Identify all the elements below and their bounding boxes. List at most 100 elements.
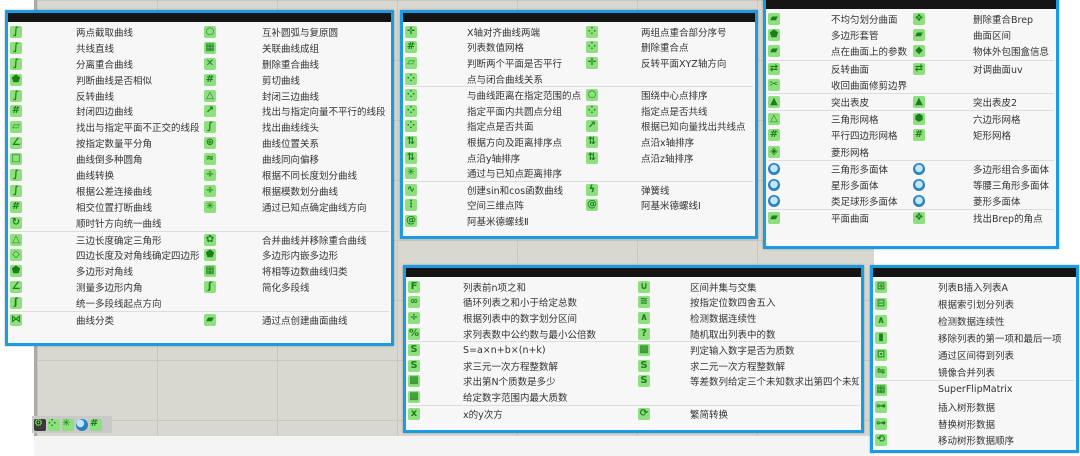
curve-icon[interactable]: ∫	[10, 41, 22, 54]
sum-icon[interactable]: S	[408, 344, 420, 357]
menu-item-label[interactable]: 删除重合曲线	[262, 57, 389, 71]
menu-item-label[interactable]: 共线直线	[76, 41, 204, 55]
menu-item-label[interactable]: 多边形对角线	[76, 264, 204, 278]
grid-icon[interactable]: #	[913, 129, 925, 142]
menu-item-label[interactable]: X轴对齐曲线两端	[467, 25, 586, 39]
menu-item-label[interactable]: 指定点是否共线	[641, 104, 753, 118]
sphere-icon[interactable]: ●	[913, 178, 925, 191]
menu-item-label[interactable]: 按指定数量平分角	[76, 136, 204, 150]
flip-icon[interactable]: ⇄	[768, 62, 780, 75]
extrude-icon[interactable]: ▲	[768, 96, 780, 109]
menu-item-label[interactable]: 曲线位置关系	[262, 136, 389, 150]
menu-item-label[interactable]: 通过区间得到列表	[938, 348, 1074, 362]
menu-item-label[interactable]: 指定平面内共圆点分组	[467, 104, 586, 118]
points-icon[interactable]: ⁘	[405, 120, 417, 133]
menu-item-label[interactable]: 随机取出列表中的数	[690, 327, 859, 341]
grid-icon[interactable]: #	[10, 105, 22, 118]
sort-icon[interactable]: ⇅	[405, 135, 417, 148]
diamond-icon[interactable]: ◈	[768, 145, 780, 158]
angle-icon[interactable]: ∠	[10, 137, 22, 150]
menu-item-label[interactable]: 删除重合Brep	[973, 12, 1054, 26]
menu-item-label[interactable]: 插入树形数据	[938, 400, 1074, 414]
union-icon[interactable]: ∪	[638, 280, 650, 293]
menu-item-label[interactable]: 移动树形数据顺序	[938, 433, 1074, 447]
points-icon[interactable]: ⁘	[586, 25, 598, 38]
grid-icon[interactable]: #	[10, 200, 22, 213]
menu-item-label[interactable]: 根据不同长度划分曲线	[262, 168, 389, 182]
menu-item-label[interactable]: 等差数列给定三个未知数求出第四个未知数	[690, 374, 859, 388]
menu-item-label[interactable]: 找出与指定平面不正交的线段	[76, 120, 204, 134]
triangle-icon[interactable]: △	[204, 89, 216, 102]
menu-item-label[interactable]: 根据方向及距离排序点	[467, 135, 586, 149]
circle-icon[interactable]: ○	[204, 25, 216, 38]
grid-icon[interactable]: #	[204, 73, 216, 86]
curve-icon[interactable]: ∫	[10, 168, 22, 181]
menu-item-label[interactable]: 相交位置打断曲线	[76, 200, 204, 214]
menu-item-label[interactable]: x的y次方	[463, 407, 638, 421]
menu-item-label[interactable]: 突出表皮	[831, 95, 913, 109]
menu-item-label[interactable]: 镜像合并列表	[938, 365, 1074, 379]
menu-item-label[interactable]: 点沿y轴排序	[467, 151, 586, 165]
menu-item-label[interactable]: 检测数据连续性	[938, 314, 1074, 328]
menu-item-label[interactable]: 列表数值网格	[467, 40, 586, 54]
delete-icon[interactable]: ✕	[204, 57, 216, 70]
menu-item-label[interactable]: 判断两个平面是否平行	[467, 56, 586, 70]
menu-item-label[interactable]: 六边形网格	[973, 112, 1054, 126]
vector-icon[interactable]: ↗	[586, 120, 598, 133]
menu-item-label[interactable]: 根据模数划分曲线	[262, 184, 389, 198]
square-icon[interactable]: □	[10, 153, 22, 166]
menu-item-label[interactable]: 反转曲面	[831, 62, 913, 76]
sphere-icon[interactable]: ●	[913, 195, 925, 208]
brep-icon[interactable]: ❖	[913, 212, 925, 225]
surface-icon[interactable]: ▰	[768, 13, 780, 26]
refresh-icon[interactable]: ⟲	[875, 434, 887, 447]
divide-icon[interactable]: ÷	[204, 168, 216, 181]
polyline-icon[interactable]: ʃ	[204, 281, 216, 294]
menu-item-label[interactable]: 将相等边数曲线归类	[262, 264, 389, 278]
tree-icon[interactable]: ⊶	[875, 400, 887, 413]
points-icon[interactable]: ⁘	[405, 104, 417, 117]
menu-item-label[interactable]: 三角形多面体	[831, 162, 913, 176]
menu-item-label[interactable]: 反转曲线	[76, 89, 204, 103]
menu-item-label[interactable]: 对调曲面uv	[973, 62, 1054, 76]
trim-icon[interactable]: ✂	[768, 78, 780, 91]
sort-icon[interactable]: ⇅	[405, 151, 417, 164]
menu-item-label[interactable]: 曲线分类	[76, 313, 204, 327]
menu-item-label[interactable]: 找出Brep的角点	[973, 211, 1054, 225]
points-icon[interactable]: ⁘	[405, 89, 417, 102]
menu-item-label[interactable]: 两组点重合部分序号	[641, 25, 753, 39]
spiral-icon[interactable]: @	[586, 199, 598, 212]
menu-item-label[interactable]: 找出曲线线头	[262, 120, 389, 134]
menu-item-label[interactable]: 找出与指定向量不平行的线段	[262, 104, 389, 118]
plane-icon[interactable]: ▱	[405, 56, 417, 69]
menu-item-label[interactable]: 顺时针方向统一曲线	[76, 216, 204, 230]
matrix-icon[interactable]: ▦	[875, 383, 887, 396]
fib-icon[interactable]: F	[408, 280, 420, 293]
merge-icon[interactable]: ✿	[204, 233, 216, 246]
menu-item-label[interactable]: 四边长度及对角线确定四边形	[76, 248, 204, 262]
polygon-icon[interactable]: ⬟	[10, 265, 22, 278]
menu-item-label[interactable]: 三角形网格	[831, 112, 913, 126]
sphere-icon[interactable]: ●	[768, 162, 780, 175]
menu-item-label[interactable]: 通过已知点确定曲线方向	[262, 200, 389, 214]
menu-item-label[interactable]: 菱形网格	[831, 145, 913, 159]
box-icon[interactable]: ◆	[913, 45, 925, 58]
menu-item-label[interactable]: 星形多面体	[831, 178, 913, 192]
surface-icon[interactable]: ▰	[913, 29, 925, 42]
menu-item-label[interactable]: 替换树形数据	[938, 417, 1074, 431]
menu-item-label[interactable]: 关联曲线成组	[262, 41, 389, 55]
brep-icon[interactable]: ❖	[913, 13, 925, 26]
menu-item-label[interactable]: 等腰三角形多面体	[973, 178, 1054, 192]
curve-icon[interactable]: ∫	[10, 89, 22, 102]
menu-item-label[interactable]: 矩形网格	[973, 128, 1054, 142]
menu-item-label[interactable]: 曲面区间	[973, 28, 1054, 42]
menu-item-label[interactable]: 移除列表的第一项和最后一项	[938, 331, 1074, 345]
menu-item-label[interactable]: 通过点创建曲面曲线	[262, 313, 389, 327]
menu-item-label[interactable]: 检测数据连续性	[690, 311, 859, 325]
prime-icon[interactable]: ▩	[638, 344, 650, 357]
split-icon[interactable]: ⊟	[875, 298, 887, 311]
menu-item-label[interactable]: 统一多段线起点方向	[76, 296, 204, 310]
sum-icon[interactable]: S	[408, 359, 420, 372]
menu-item-label[interactable]: 指定点是否共面	[467, 119, 586, 133]
menu-item-label[interactable]: 围绕中心点排序	[641, 88, 753, 102]
